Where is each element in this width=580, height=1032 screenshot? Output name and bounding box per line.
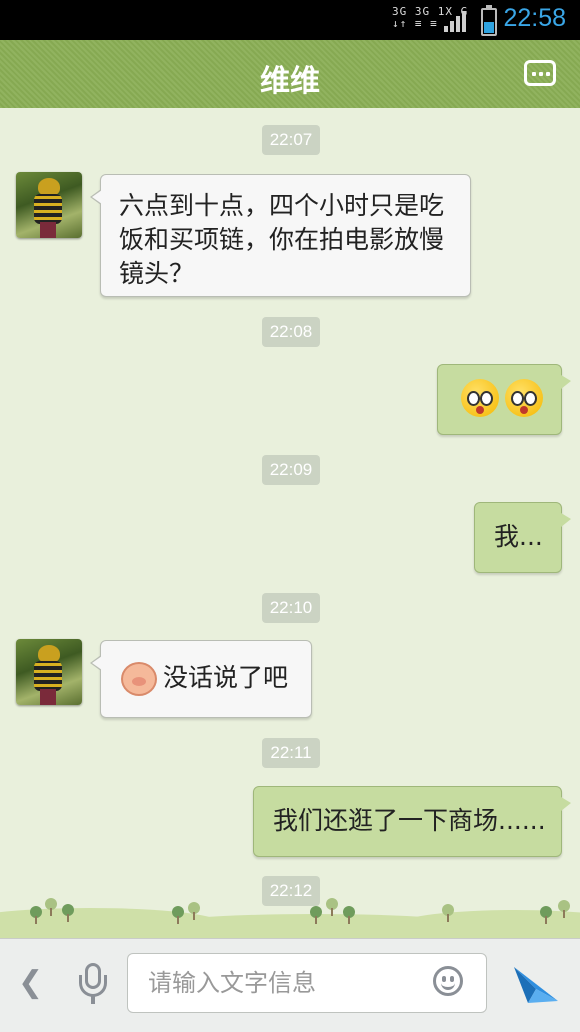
battery-level (484, 22, 494, 33)
timestamp: 22:07 (262, 125, 320, 155)
avatar[interactable] (16, 172, 82, 238)
chat-title: 维维 (260, 64, 320, 99)
timestamp: 22:11 (262, 738, 320, 768)
sent-message-bubble[interactable]: 我们还逛了一下商场...... (253, 786, 571, 857)
timestamp: 22:09 (262, 455, 320, 485)
message-text: 六点到十点，四个小时只是吃饭和买项链，你在拍电影放慢镜头？ (119, 191, 445, 288)
title-bar: 维维 (0, 40, 580, 114)
emoji-smiley-icon[interactable] (433, 966, 463, 996)
avatar[interactable] (16, 639, 82, 705)
shocked-face-emoji-icon (505, 379, 543, 417)
shocked-face-emoji-icon (461, 379, 499, 417)
chat-area[interactable]: 22:07 六点到十点，四个小时只是吃饭和买项链，你在拍电影放慢镜头？ 22:0… (0, 108, 580, 938)
received-message-bubble[interactable]: 六点到十点，四个小时只是吃饭和买项链，你在拍电影放慢镜头？ (90, 174, 471, 297)
timestamp: 22:08 (262, 317, 320, 347)
signal-icon (444, 10, 468, 32)
microphone-icon[interactable] (78, 963, 108, 1005)
message-text: 我们还逛了一下商场...... (273, 806, 546, 835)
send-icon[interactable] (512, 963, 560, 1007)
sent-message-bubble[interactable] (437, 364, 571, 435)
battery-icon (481, 5, 497, 36)
more-options-button[interactable] (524, 60, 556, 86)
message-text: 没话说了吧 (163, 663, 289, 692)
input-bar: ❮ 请输入文字信息 (0, 938, 580, 1032)
status-clock: 22:58 (503, 4, 566, 32)
message-text: 我... (494, 522, 543, 551)
back-chevron-icon[interactable]: ❮ (18, 965, 43, 1000)
received-message-bubble[interactable]: 没话说了吧 (90, 640, 312, 718)
sent-message-bubble[interactable]: 我... (474, 502, 571, 573)
status-bar: 3G 3G 1X G ↓↑ ≡ ≡ 22:58 (0, 0, 580, 40)
decorative-hills (0, 880, 580, 938)
pig-face-emoji-icon (121, 662, 157, 696)
timestamp: 22:10 (262, 593, 320, 623)
